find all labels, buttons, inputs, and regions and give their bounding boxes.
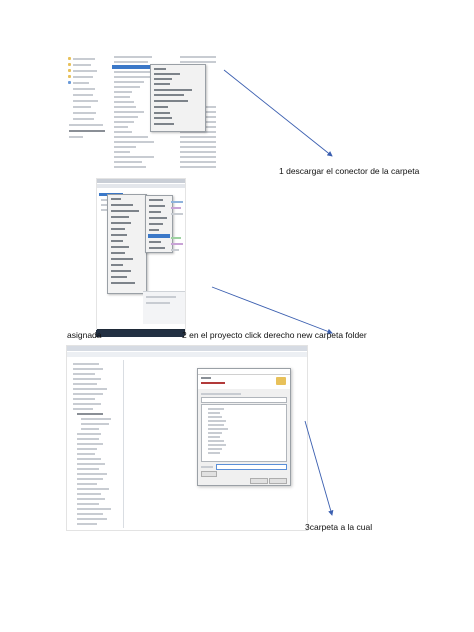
folder-icon <box>68 57 71 60</box>
step2-prefix-caption: asignada <box>67 330 102 340</box>
folder-name-field[interactable] <box>216 464 287 470</box>
folder-icon <box>68 63 71 66</box>
step1-caption: 1 descargar el conector de la carpeta <box>279 166 420 176</box>
project-tree <box>69 360 124 528</box>
folder-icon <box>68 75 71 78</box>
arrow-icon <box>211 286 333 334</box>
folder-icon <box>68 81 71 84</box>
dialog-header <box>198 375 290 389</box>
arrow-icon <box>223 69 333 157</box>
explorer-nav-pane <box>66 54 106 140</box>
folder-icon <box>276 377 286 385</box>
cancel-button[interactable] <box>269 478 287 484</box>
parent-folder-field[interactable] <box>201 397 287 403</box>
step2-caption: 2 en el proyecto click derecho new carpe… <box>182 330 367 340</box>
new-folder-dialog[interactable] <box>197 368 291 486</box>
screenshot-file-explorer <box>66 50 224 176</box>
taskbar-strip <box>96 330 184 337</box>
arrow-icon <box>304 420 334 516</box>
ide-toolbar <box>97 184 185 188</box>
advanced-button[interactable] <box>201 471 217 477</box>
finish-button[interactable] <box>250 478 268 484</box>
right-click-menu[interactable] <box>107 194 147 294</box>
console-panel <box>143 291 185 324</box>
context-menu[interactable] <box>150 64 206 132</box>
ide-toolbar <box>97 179 185 183</box>
step3-caption: 3carpeta a la cual <box>305 522 373 532</box>
screenshot-new-folder-dialog <box>66 345 308 531</box>
folder-menu-item[interactable] <box>148 234 170 238</box>
folder-tree-list[interactable] <box>201 404 287 462</box>
folder-icon <box>68 69 71 72</box>
code-editor <box>171 197 185 297</box>
new-submenu[interactable] <box>145 195 173 253</box>
screenshot-ide-context-menu <box>96 178 186 336</box>
